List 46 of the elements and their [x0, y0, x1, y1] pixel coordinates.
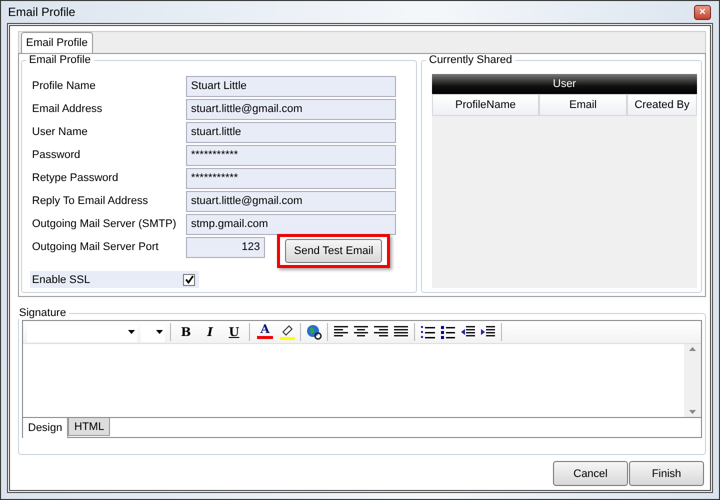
column-header[interactable]: ProfileName	[432, 94, 539, 116]
highlighter-icon[interactable]	[279, 324, 295, 340]
column-header[interactable]: Created By	[627, 94, 697, 116]
caret-icon	[156, 330, 163, 334]
scroll-down-icon[interactable]	[689, 410, 696, 414]
color-bar-icon	[257, 336, 273, 339]
field-label: Email Address	[32, 102, 104, 117]
scroll-up-icon[interactable]	[689, 347, 696, 351]
numbered-list-icon[interactable]	[420, 324, 436, 340]
input-field[interactable]: stmp.gmail.com	[186, 214, 396, 234]
field-label: Enable SSL	[32, 274, 90, 286]
group-title: Currently Shared	[428, 54, 514, 66]
dialog-button[interactable]: Cancel	[553, 461, 628, 486]
input-field[interactable]: stuart.little	[186, 122, 396, 142]
input-field[interactable]: 123	[186, 237, 265, 258]
editor-tab[interactable]: Design	[23, 418, 68, 438]
globe-icon[interactable]	[306, 324, 322, 340]
field-label: Outgoing Mail Server Port	[32, 240, 160, 255]
column-header[interactable]: Email	[539, 94, 627, 116]
format-button[interactable]: I	[200, 322, 220, 342]
input-field[interactable]: ***********	[186, 168, 396, 188]
caret-icon	[128, 330, 135, 334]
format-button[interactable]: U	[224, 322, 244, 342]
input-field[interactable]: stuart.little@gmail.com	[186, 191, 396, 212]
group-title: Email Profile	[28, 54, 92, 66]
format-button[interactable]: B	[176, 322, 196, 342]
input-field[interactable]: stuart.little@gmail.com	[186, 99, 396, 120]
field-label: Retype Password	[32, 171, 120, 186]
field-label: Profile Name	[32, 79, 97, 94]
grid-group-header: User	[432, 74, 697, 94]
font-color-button[interactable]: A	[255, 322, 275, 342]
checkbox[interactable]	[183, 274, 195, 286]
send-test-email-button[interactable]: Send Test Email	[285, 239, 382, 263]
input-field[interactable]: Stuart Little	[186, 76, 396, 96]
window-title: Email Profile	[8, 5, 76, 19]
field-label: Password	[32, 148, 82, 163]
dialog-button[interactable]: Finish	[629, 461, 704, 486]
tab[interactable]: Email Profile	[21, 32, 93, 53]
editor-tab[interactable]: HTML	[68, 418, 110, 436]
input-field[interactable]: ***********	[186, 145, 396, 166]
bullet-list-icon[interactable]	[440, 324, 456, 340]
field-label: Outgoing Mail Server (SMTP)	[32, 217, 178, 232]
group-title: Signature	[18, 307, 68, 319]
field-label: User Name	[32, 125, 89, 140]
field-label: Reply To Email Address	[32, 194, 149, 209]
scrollbar[interactable]	[684, 344, 701, 417]
